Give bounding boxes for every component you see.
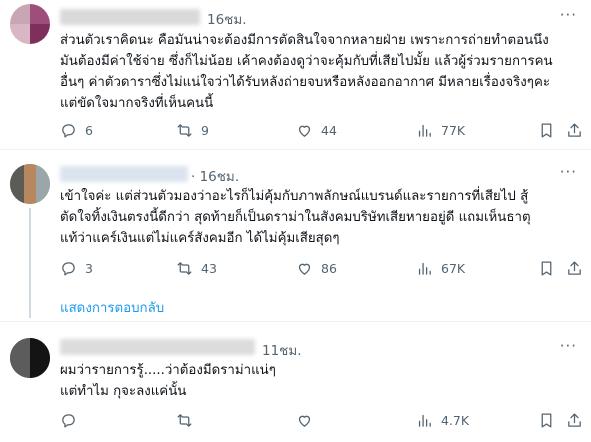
views-button[interactable]: 77K <box>416 122 465 139</box>
views-button[interactable]: 67K <box>416 260 465 277</box>
share-button[interactable] <box>566 260 583 277</box>
tweet-text: ผมว่ารายการรู้.....ว่าต้องมีดราม่าแน่ๆ แ… <box>60 360 276 402</box>
views-chart-icon <box>418 414 431 427</box>
like-button[interactable]: 44 <box>296 122 337 139</box>
tweet-text-line: ตัดใจทิ้งเงินตรงนี้ดีกว่า สุดท้ายก็เป็นด… <box>60 210 531 225</box>
views-count: 4.7K <box>441 413 470 428</box>
tweet-text-line: ส่วนตัวเราคิดนะ คือมันน่าจะต้องมีการตัดส… <box>60 33 549 48</box>
more-options-icon[interactable]: ··· <box>560 6 577 24</box>
tweet-text-line: เข้าใจค่ะ แต่ส่วนตัวมองว่าอะไรก็ไม่คุ้มก… <box>60 189 529 204</box>
reply-button[interactable]: 6 <box>60 122 93 139</box>
share-button[interactable] <box>566 412 583 429</box>
tweet-text-line: แต่ขัดใจมากจริงที่เห็นคนนี้ <box>60 96 214 111</box>
tweet-text: ส่วนตัวเราคิดนะ คือมันน่าจะต้องมีการตัดส… <box>60 30 553 114</box>
repost-button[interactable]: 43 <box>176 260 217 277</box>
tweet-timestamp[interactable]: 11ชม. <box>262 339 302 361</box>
views-button[interactable]: 4.7K <box>416 412 469 429</box>
reply-count: 3 <box>85 261 93 276</box>
tweet-3[interactable]: 11ชม. ··· ผมว่ารายการรู้.....ว่าต้องมีดร… <box>0 322 591 442</box>
author-name-redacted[interactable] <box>60 166 188 182</box>
tweet-text-line: ผมว่ารายการรู้.....ว่าต้องมีดราม่าแน่ๆ <box>60 363 276 378</box>
tweet-1[interactable]: 16ชม. ··· ส่วนตัวเราคิดนะ คือมันน่าจะต้อ… <box>0 0 591 150</box>
bookmark-icon <box>541 123 552 138</box>
reply-button[interactable] <box>60 412 85 429</box>
more-options-icon[interactable]: ··· <box>560 163 577 181</box>
views-count: 77K <box>441 123 466 138</box>
tweet-actions: 3 43 86 67K <box>60 260 585 280</box>
bookmark-button[interactable] <box>538 260 555 277</box>
bookmark-button[interactable] <box>538 412 555 429</box>
share-icon <box>568 123 581 137</box>
views-chart-icon <box>418 124 431 137</box>
bookmark-icon <box>541 261 552 276</box>
reply-icon <box>62 262 75 276</box>
views-count: 67K <box>441 261 466 276</box>
heart-icon <box>298 263 311 275</box>
show-replies-link[interactable]: แสดงการตอบกลับ <box>60 297 164 318</box>
repost-icon <box>177 262 192 275</box>
thread-line <box>29 208 31 318</box>
more-options-icon[interactable]: ··· <box>560 337 577 355</box>
tweet-text: เข้าใจค่ะ แต่ส่วนตัวมองว่าอะไรก็ไม่คุ้มก… <box>60 186 531 249</box>
share-icon <box>568 413 581 427</box>
avatar[interactable] <box>10 4 50 44</box>
author-name-redacted[interactable] <box>60 9 200 25</box>
repost-icon <box>177 414 192 427</box>
tweet-timestamp[interactable]: · 16ชม. <box>191 165 239 187</box>
reply-icon <box>62 124 75 138</box>
tweet-text-line: อื่นๆ ค่าตัวดาราซึ่งไม่แน่ใจว่าได้รับหลั… <box>60 75 550 90</box>
heart-icon <box>298 125 311 137</box>
tweet-actions: 4.7K <box>60 412 585 432</box>
heart-icon <box>298 415 311 427</box>
like-count: 86 <box>321 261 337 276</box>
reply-count: 6 <box>85 123 93 138</box>
avatar[interactable] <box>10 338 50 378</box>
reply-button[interactable]: 3 <box>60 260 93 277</box>
tweet-actions: 6 9 44 77K <box>60 122 585 142</box>
tweet-text-line: แท้ว่าแคร์เงินแต่ไม่แคร์สังคมอีก ได้ไม่ค… <box>60 231 340 246</box>
tweet-2[interactable]: · 16ชม. ··· เข้าใจค่ะ แต่ส่วนตัวมองว่าอะ… <box>0 150 591 320</box>
bookmark-button[interactable] <box>538 122 555 139</box>
repost-icon <box>177 124 192 137</box>
reply-icon <box>62 414 75 428</box>
views-chart-icon <box>418 262 431 275</box>
bookmark-icon <box>541 413 552 428</box>
tweet-timestamp[interactable]: 16ชม. <box>207 8 247 30</box>
repost-button[interactable] <box>176 412 201 429</box>
repost-button[interactable]: 9 <box>176 122 209 139</box>
like-button[interactable] <box>296 412 321 429</box>
share-icon <box>568 261 581 275</box>
author-name-redacted[interactable] <box>60 339 255 355</box>
like-count: 44 <box>321 123 337 138</box>
share-button[interactable] <box>566 122 583 139</box>
tweet-text-line: มันต้องมีค่าใช้จ่าย ซึ่งก็ไม่น้อย เค้าคง… <box>60 54 553 69</box>
like-button[interactable]: 86 <box>296 260 337 277</box>
repost-count: 43 <box>201 261 217 276</box>
avatar[interactable] <box>10 164 50 204</box>
repost-count: 9 <box>201 123 209 138</box>
tweet-text-line: แต่ทำไม กุจะลงแค่นั้น <box>60 384 187 399</box>
